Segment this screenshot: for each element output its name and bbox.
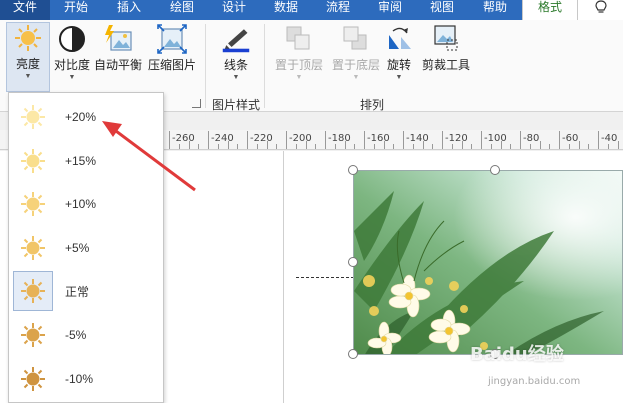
annotation-arrow-icon (102, 121, 196, 192)
